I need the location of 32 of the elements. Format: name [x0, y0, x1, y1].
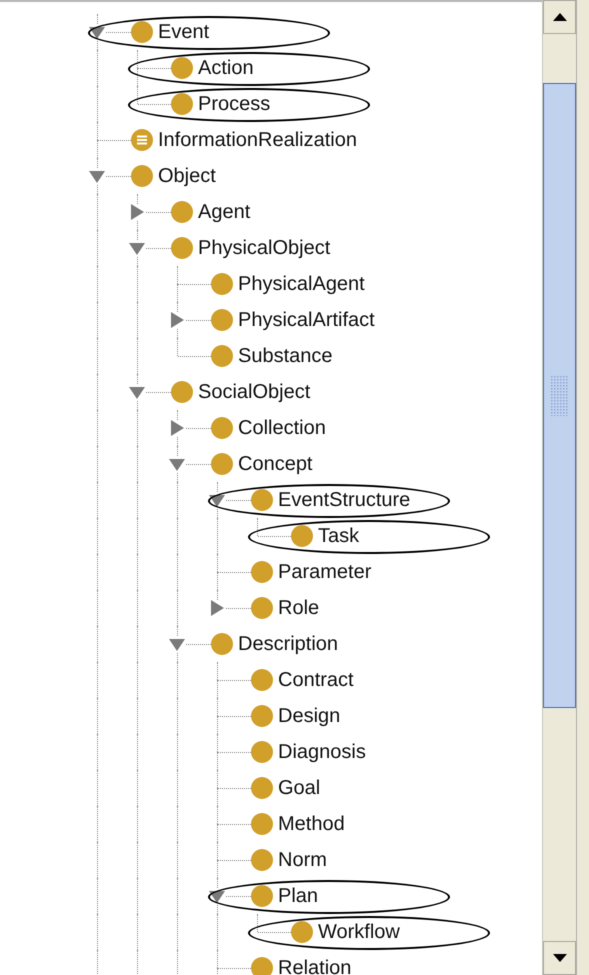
class-label[interactable]: Agent — [198, 200, 250, 224]
class-label[interactable]: SocialObject — [198, 380, 310, 404]
class-label[interactable]: Workflow — [318, 920, 400, 944]
class-label[interactable]: Event — [158, 20, 210, 44]
scroll-down-button[interactable] — [543, 941, 576, 975]
class-label[interactable]: InformationRealization — [158, 128, 357, 152]
class-label[interactable]: EventStructure — [278, 488, 410, 512]
class-label[interactable]: Collection — [238, 416, 326, 440]
class-label[interactable]: PhysicalObject — [198, 236, 330, 260]
up-arrow-icon — [552, 13, 566, 21]
class-label[interactable]: Design — [278, 704, 340, 728]
class-label[interactable]: Action — [198, 56, 254, 80]
class-label[interactable]: Goal — [278, 776, 320, 800]
class-label[interactable]: PhysicalArtifact — [238, 308, 375, 332]
class-label[interactable]: Relation — [278, 956, 352, 975]
down-arrow-icon — [552, 954, 566, 962]
class-label[interactable]: Process — [198, 92, 270, 116]
class-label[interactable]: Role — [278, 596, 320, 620]
class-label[interactable]: PhysicalAgent — [238, 272, 365, 296]
class-label[interactable]: Object — [158, 164, 216, 188]
class-label[interactable]: Parameter — [278, 560, 372, 584]
class-label[interactable]: Concept — [238, 452, 312, 476]
scroll-up-button[interactable] — [543, 0, 576, 34]
scrollbar-thumb[interactable] — [543, 83, 576, 708]
class-label[interactable]: Description — [238, 632, 338, 656]
class-label[interactable]: Diagnosis — [278, 740, 366, 764]
class-label[interactable]: Substance — [238, 344, 333, 368]
class-label[interactable]: Norm — [278, 848, 327, 872]
class-label[interactable]: Plan — [278, 884, 318, 908]
class-label[interactable]: Task — [318, 524, 360, 548]
class-label[interactable]: Method — [278, 812, 345, 836]
class-label[interactable]: Contract — [278, 668, 354, 692]
